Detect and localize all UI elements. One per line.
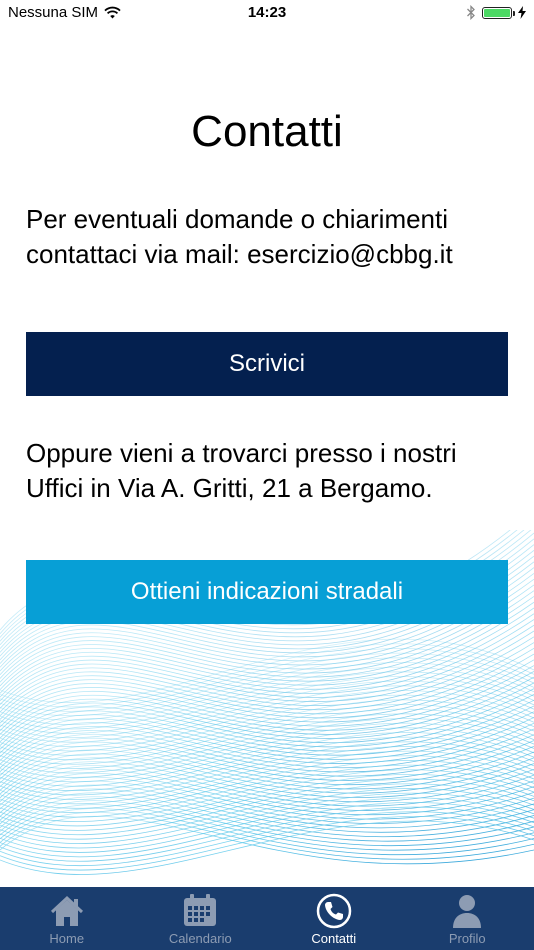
tab-contacts-label: Contatti	[311, 931, 357, 946]
tab-profile[interactable]: Profilo	[401, 887, 534, 950]
status-time: 14:23	[247, 4, 287, 21]
tab-home[interactable]: Home	[0, 887, 134, 950]
tab-bar: Home Calendario Contatti Profilo	[0, 887, 534, 950]
charging-icon	[518, 6, 526, 19]
person-icon	[453, 895, 482, 928]
page-title: Contatti	[191, 107, 343, 157]
get-directions-button[interactable]: Ottieni indicazioni stradali	[26, 560, 508, 624]
contact-intro-text: Per eventuali domande o chiarimenti cont…	[26, 204, 453, 269]
battery-icon	[482, 6, 515, 19]
status-right	[466, 5, 526, 20]
phone-icon	[316, 893, 351, 929]
tab-calendar[interactable]: Calendario	[134, 887, 268, 950]
office-address-text: Oppure vieni a trovarci presso i nostri …	[26, 438, 457, 503]
write-us-button[interactable]: Scrivici	[26, 332, 508, 396]
tab-home-label: Home	[49, 931, 85, 946]
tab-calendar-label: Calendario	[168, 931, 232, 946]
calendar-icon	[184, 894, 217, 926]
bluetooth-icon	[467, 5, 475, 20]
status-bar: Nessuna SIM 14:23	[0, 0, 534, 28]
home-icon	[50, 895, 83, 926]
tab-contacts[interactable]: Contatti	[267, 887, 401, 950]
tab-profile-label: Profilo	[448, 931, 486, 946]
